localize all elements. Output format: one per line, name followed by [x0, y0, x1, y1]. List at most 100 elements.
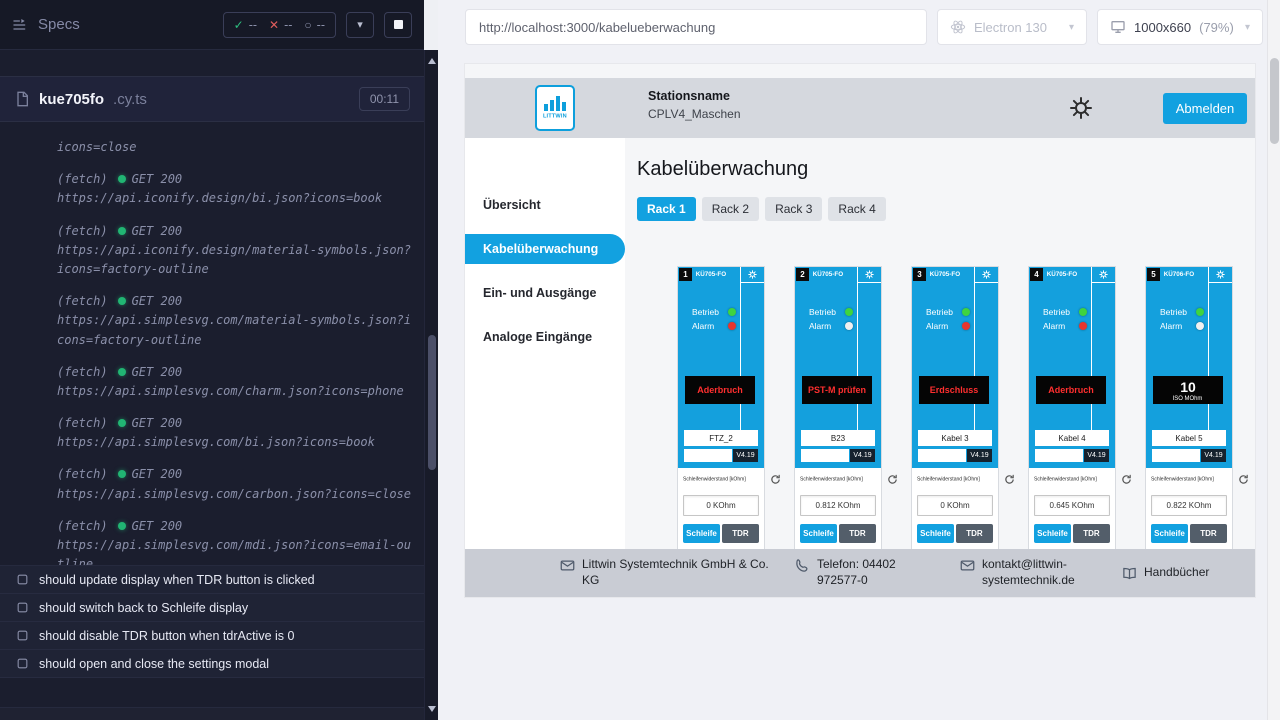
refresh-icon[interactable] [1121, 474, 1132, 485]
url-input[interactable] [479, 20, 913, 35]
divider [1091, 283, 1092, 431]
log-entry[interactable]: (fetch)GET 200 https://api.iconify.desig… [57, 170, 416, 208]
test-item[interactable]: should update display when TDR button is… [0, 566, 424, 594]
betrieb-label: Betrieb [809, 307, 836, 317]
card-settings-icon[interactable] [1208, 267, 1232, 283]
schleife-button[interactable]: Schleife [1151, 524, 1188, 543]
horizontal-scrollbar[interactable] [0, 707, 424, 720]
betrieb-led [1079, 308, 1087, 316]
refresh-icon[interactable] [1238, 474, 1249, 485]
spec-header[interactable]: kue705fo .cy.ts 00:11 [0, 76, 424, 122]
viewport-size: 1000x660 [1134, 20, 1191, 35]
test-item[interactable]: should disable TDR button when tdrActive… [0, 622, 424, 650]
log-entry[interactable]: (fetch)GET 200 https://api.simplesvg.com… [57, 465, 416, 503]
sidebar-item-analoge-eingaenge[interactable]: Analoge Eingänge [465, 322, 625, 352]
tdr-button[interactable]: TDR [839, 524, 876, 543]
email-icon [960, 558, 975, 573]
schleife-button[interactable]: Schleife [683, 524, 720, 543]
email-address: kontakt@littwin-systemtechnik.de [982, 557, 1104, 588]
logout-button[interactable]: Abmelden [1163, 93, 1247, 124]
tab-rack-3[interactable]: Rack 3 [765, 197, 822, 221]
tab-rack-2[interactable]: Rack 2 [702, 197, 759, 221]
resistance-value: 0 KOhm [917, 495, 993, 516]
cable-name: Kabel 5 [1152, 430, 1226, 446]
test-box-icon [16, 629, 29, 642]
log-event-type: (fetch) [57, 416, 108, 430]
status-dot-icon [118, 470, 126, 478]
stop-tests-button[interactable] [384, 12, 412, 38]
settings-gear-icon[interactable] [1069, 96, 1093, 120]
status-display: Erdschluss [919, 376, 989, 404]
specs-menu-icon[interactable] [12, 17, 28, 33]
betrieb-led [962, 308, 970, 316]
scroll-down-arrow[interactable] [428, 706, 436, 712]
divider [974, 283, 975, 431]
sidebar-item-uebersicht[interactable]: Übersicht [465, 190, 625, 220]
browser-stage: Electron 130 ▾ 1000x660 (79%) ▾ LITTWIN … [438, 0, 1280, 720]
schleife-button[interactable]: Schleife [917, 524, 954, 543]
log-status: GET 200 [132, 172, 183, 186]
log-url: https://api.simplesvg.com/charm.json?ico… [57, 382, 416, 401]
station-info: Stationsname CPLV4_Maschen [648, 89, 741, 121]
resistance-label: Schleifenwiderstand [kOhm] [917, 477, 980, 482]
resistance-value: 0.812 KOhm [800, 495, 876, 516]
scrollbar-thumb[interactable] [1270, 58, 1279, 144]
log-entry[interactable]: icons=close [57, 138, 416, 157]
tdr-button[interactable]: TDR [1190, 524, 1227, 543]
status-dot-icon [118, 297, 126, 305]
log-event-type: (fetch) [57, 365, 108, 379]
tab-rack-4[interactable]: Rack 4 [828, 197, 885, 221]
card-settings-icon[interactable] [857, 267, 881, 283]
schleife-button[interactable]: Schleife [800, 524, 837, 543]
slot-number: 2 [796, 268, 809, 281]
card-settings-icon[interactable] [740, 267, 764, 283]
phone-number: Telefon: 04402 972577-0 [817, 557, 942, 588]
card-settings-icon[interactable] [1091, 267, 1115, 283]
log-entry[interactable]: (fetch)GET 200 https://api.simplesvg.com… [57, 292, 416, 350]
test-stats[interactable]: ✓-- ✕-- ○-- [223, 12, 336, 38]
scrollbar-thumb[interactable] [428, 335, 436, 470]
footer-email[interactable]: kontakt@littwin-systemtechnik.de [960, 557, 1104, 588]
slot-number: 5 [1147, 268, 1160, 281]
refresh-icon[interactable] [1004, 474, 1015, 485]
log-entry[interactable]: (fetch)GET 200 https://api.simplesvg.com… [57, 363, 416, 401]
littwin-logo: LITTWIN [535, 85, 575, 131]
refresh-icon[interactable] [770, 474, 781, 485]
footer-phone[interactable]: Telefon: 04402 972577-0 [795, 557, 942, 588]
refresh-icon[interactable] [887, 474, 898, 485]
status-display: 10ISO MOhm [1153, 376, 1223, 404]
page-title: Kabelüberwachung [637, 158, 1255, 181]
command-log: icons=close (fetch)GET 200 https://api.i… [0, 122, 424, 565]
sidebar-item-kabelueberwachung[interactable]: Kabelüberwachung [465, 234, 625, 264]
scroll-up-arrow[interactable] [428, 58, 436, 64]
log-entry[interactable]: (fetch)GET 200 https://api.simplesvg.com… [57, 517, 416, 565]
card-settings-icon[interactable] [974, 267, 998, 283]
log-entry[interactable]: (fetch)GET 200 https://api.simplesvg.com… [57, 414, 416, 452]
tdr-button[interactable]: TDR [722, 524, 759, 543]
firmware-version: V4.19 [1201, 449, 1226, 462]
viewport-selector[interactable]: 1000x660 (79%) ▾ [1097, 9, 1263, 45]
test-item[interactable]: should switch back to Schleife display [0, 594, 424, 622]
log-status: GET 200 [132, 224, 183, 238]
divider [1208, 283, 1209, 431]
url-bar[interactable] [465, 9, 927, 45]
schleife-button[interactable]: Schleife [1034, 524, 1071, 543]
collapse-stats-button[interactable]: ▾ [346, 12, 374, 38]
tdr-button[interactable]: TDR [956, 524, 993, 543]
log-entry[interactable]: (fetch)GET 200 https://api.iconify.desig… [57, 222, 416, 280]
app-body: Übersicht Kabelüberwachung Ein- und Ausg… [465, 138, 1255, 549]
betrieb-label: Betrieb [926, 307, 953, 317]
specs-label[interactable]: Specs [38, 16, 80, 33]
tab-rack-1[interactable]: Rack 1 [637, 197, 696, 221]
chevron-down-icon: ▾ [1245, 22, 1250, 33]
alarm-label: Alarm [926, 321, 948, 331]
test-item[interactable]: should open and close the settings modal [0, 650, 424, 678]
footer-manuals[interactable]: Handbücher [1122, 565, 1264, 581]
display-bar [1035, 449, 1083, 462]
tdr-button[interactable]: TDR [1073, 524, 1110, 543]
sidebar-item-ein-und-ausgaenge[interactable]: Ein- und Ausgänge [465, 278, 625, 308]
browser-selector[interactable]: Electron 130 ▾ [937, 9, 1087, 45]
device-model: KÜ705-FO [927, 268, 969, 282]
runner-scrollbar [424, 50, 438, 720]
display-bar [684, 449, 732, 462]
